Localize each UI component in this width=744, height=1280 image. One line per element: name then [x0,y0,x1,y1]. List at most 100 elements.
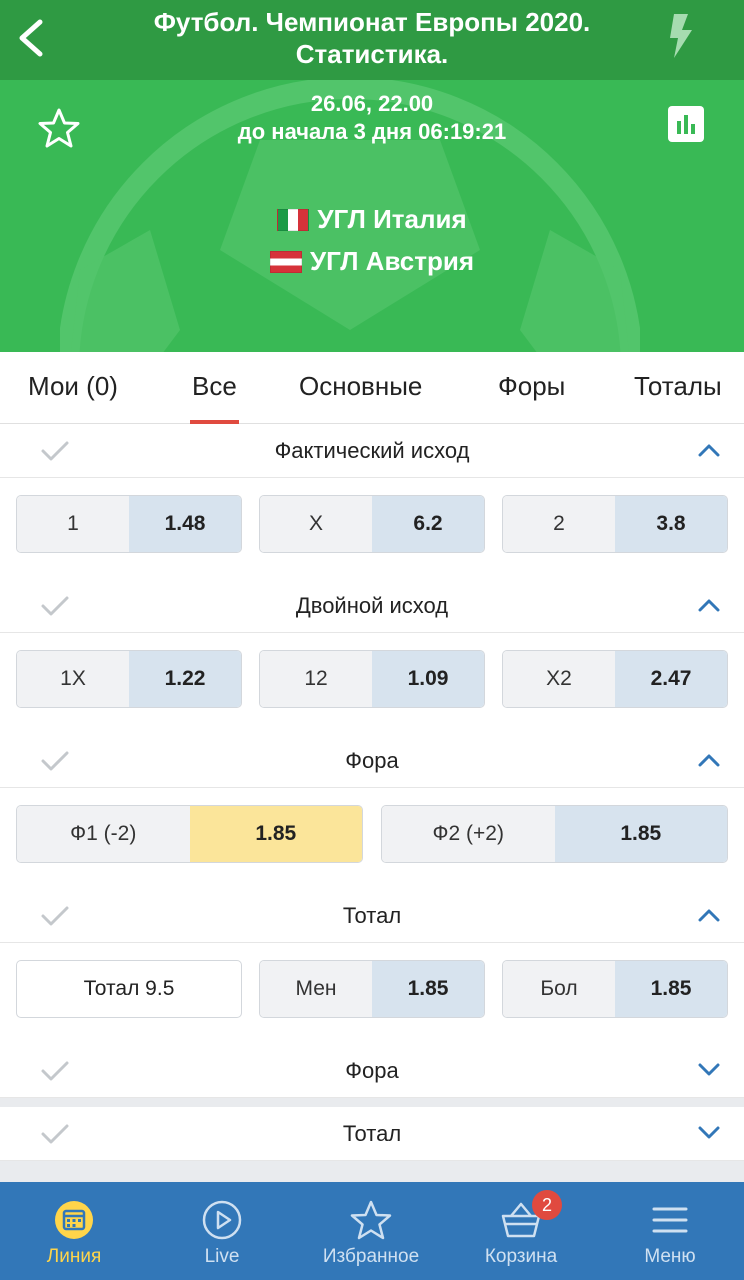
odd-name: X [260,496,372,552]
lightning-icon[interactable] [666,14,696,58]
chevron-down-icon[interactable] [698,1062,720,1078]
check-icon [41,596,69,616]
nav-label: Меню [644,1246,696,1267]
nav-label: Линия [46,1246,102,1267]
top-bar: Футбол. Чемпионат Европы 2020. Статистик… [0,0,744,80]
section-title: Фора [345,748,399,773]
bottom-navigation: Линия Live Избранное Корзина 2 Меню [0,1182,744,1280]
odd-button[interactable]: 2 3.8 [502,495,728,553]
section-total: Тотал Тотал 9.5 Мен 1.85 Бол 1.85 [0,889,744,1044]
odd-value: 3.8 [615,496,727,552]
odd-button[interactable]: X2 2.47 [502,650,728,708]
page-title: Футбол. Чемпионат Европы 2020. Статистик… [100,6,644,70]
team-home: УГЛ Италия [0,204,744,235]
check-icon [41,1124,69,1144]
section-double-header[interactable]: Двойной исход [0,579,744,633]
odd-value: 1.09 [372,651,484,707]
calendar-icon [55,1201,93,1239]
title-line-1: Футбол. Чемпионат Европы 2020. [153,7,591,37]
odd-name: Мен [260,961,372,1017]
team-away-name: УГЛ Австрия [309,246,475,276]
event-date: 26.06, 22.00 [310,91,434,116]
nav-label: Корзина [484,1246,558,1267]
total-line-selector[interactable]: Тотал 9.5 [16,960,242,1018]
chevron-up-icon[interactable] [698,907,720,923]
hamburger-menu-icon [652,1207,688,1233]
odd-button[interactable]: Ф1 (-2) 1.85 [16,805,363,863]
section-handicap-collapsed: Фора [0,1044,744,1098]
tab-all[interactable]: Все [190,352,239,424]
section-handicap-collapsed-header[interactable]: Фора [0,1044,744,1098]
check-icon [41,441,69,461]
nav-line[interactable]: Линия [0,1182,148,1280]
odd-name: 2 [503,496,615,552]
section-total-collapsed-header[interactable]: Тотал [0,1107,744,1161]
check-icon [41,751,69,771]
event-time: 26.06, 22.00 до начала 3 дня 06:19:21 [0,90,744,146]
odd-value: 1.22 [129,651,241,707]
odd-name: Ф2 (+2) [382,806,555,862]
odd-name: 1 [17,496,129,552]
chevron-up-icon[interactable] [698,752,720,768]
odd-button[interactable]: 12 1.09 [259,650,485,708]
event-header: 26.06, 22.00 до начала 3 дня 06:19:21 УГ… [0,80,744,352]
odd-button[interactable]: Бол 1.85 [502,960,728,1018]
odd-value: 1.48 [129,496,241,552]
section-handicap: Фора Ф1 (-2) 1.85 Ф2 (+2) 1.85 [0,734,744,889]
section-title: Тотал [342,903,402,928]
nav-label: Live [204,1246,240,1267]
odd-button[interactable]: Ф2 (+2) 1.85 [381,805,728,863]
check-icon [41,1061,69,1081]
section-double-odds: 1X 1.22 12 1.09 X2 2.47 [0,633,744,734]
section-total-header[interactable]: Тотал [0,889,744,943]
odd-button[interactable]: 1 1.48 [16,495,242,553]
section-title: Двойной исход [295,593,449,618]
chevron-up-icon[interactable] [698,597,720,613]
check-icon [41,906,69,926]
section-handicap-odds: Ф1 (-2) 1.85 Ф2 (+2) 1.85 [0,788,744,889]
odd-button[interactable]: Мен 1.85 [259,960,485,1018]
section-result-odds: 1 1.48 X 6.2 2 3.8 [0,478,744,579]
nav-menu[interactable]: Меню [596,1182,744,1280]
odd-name: 12 [260,651,372,707]
odd-value: 1.85 [554,806,727,862]
chevron-up-icon[interactable] [698,442,720,458]
star-icon [350,1200,392,1240]
tab-totals[interactable]: Тоталы [634,352,722,422]
tab-main[interactable]: Основные [299,352,422,422]
section-title: Фактический исход [274,438,470,463]
odd-name: 1X [17,651,129,707]
back-arrow-icon[interactable] [14,18,48,58]
basket-count-badge: 2 [532,1190,562,1220]
odd-button[interactable]: 1X 1.22 [16,650,242,708]
section-total-collapsed: Тотал [0,1107,744,1161]
odd-name: Ф1 (-2) [17,806,190,862]
section-result-header[interactable]: Фактический исход [0,424,744,478]
odd-name: X2 [503,651,615,707]
event-countdown: до начала 3 дня 06:19:21 [237,119,507,144]
odd-button[interactable]: X 6.2 [259,495,485,553]
nav-label: Избранное [322,1246,420,1267]
section-total-odds: Тотал 9.5 Мен 1.85 Бол 1.85 [0,943,744,1044]
team-away: УГЛ Австрия [0,246,744,277]
title-line-2: Статистика. [295,39,449,69]
tab-handicaps[interactable]: Форы [498,352,565,422]
tab-my[interactable]: Мои (0) [28,352,118,422]
nav-basket[interactable]: Корзина 2 [446,1182,596,1280]
odd-value: 2.47 [615,651,727,707]
market-tabs: Мои (0) Все Основные Форы Тоталы [0,352,744,424]
nav-live[interactable]: Live [148,1182,296,1280]
chevron-down-icon[interactable] [698,1125,720,1141]
odd-value: 1.85 [372,961,484,1017]
play-icon [202,1200,242,1240]
team-home-name: УГЛ Италия [317,204,467,234]
odd-name: Бол [503,961,615,1017]
odd-value: 6.2 [372,496,484,552]
nav-favorites[interactable]: Избранное [296,1182,446,1280]
odd-value-selected: 1.85 [189,806,362,862]
section-title: Тотал [342,1121,402,1146]
section-handicap-header[interactable]: Фора [0,734,744,788]
odd-value: 1.85 [615,961,727,1017]
section-result: Фактический исход 1 1.48 X 6.2 2 3.8 [0,424,744,579]
italy-flag-icon [277,209,310,231]
